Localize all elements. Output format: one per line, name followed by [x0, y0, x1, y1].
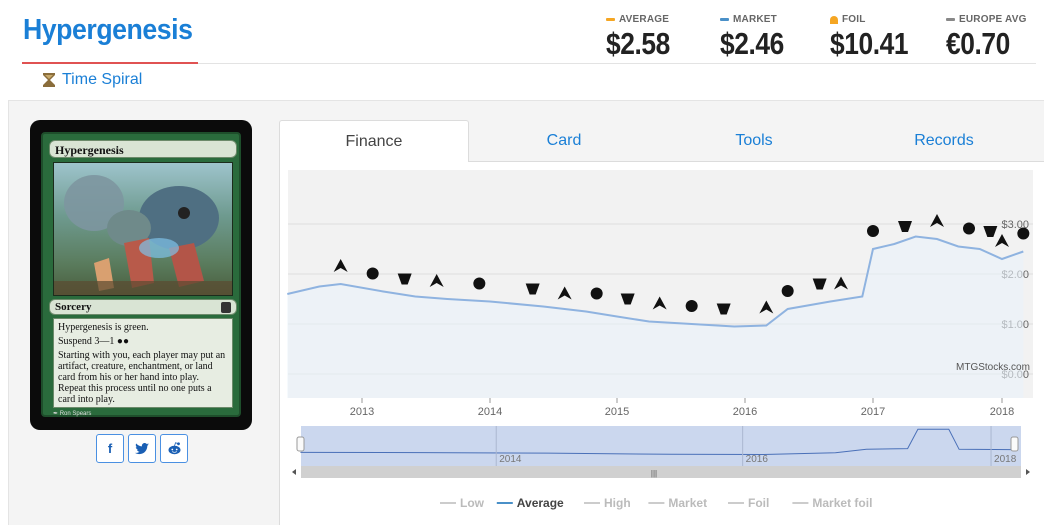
- legend-label: Low: [460, 496, 485, 510]
- price-value: $10.41: [830, 26, 909, 61]
- navigator-selection: [301, 426, 1021, 466]
- set-release-marker[interactable]: [963, 222, 975, 235]
- twitter-share-button[interactable]: [128, 434, 156, 463]
- legend-label: High: [604, 496, 631, 510]
- navigator-tick-label: 2018: [994, 454, 1017, 465]
- foil-swoosh-icon: [830, 15, 838, 24]
- set-release-marker[interactable]: [1017, 227, 1030, 240]
- twitter-icon: [135, 442, 149, 454]
- facebook-share-button[interactable]: f: [96, 434, 124, 463]
- legend-item[interactable]: Market foil: [792, 496, 872, 510]
- legend-item[interactable]: Low: [440, 496, 485, 510]
- price-value: $2.58: [606, 26, 670, 61]
- set-release-marker[interactable]: [867, 225, 879, 237]
- x-tick-label: 2018: [990, 406, 1014, 418]
- chart-watermark: MTGStocks.com: [956, 362, 1030, 373]
- artist-name: Ron Spears: [59, 411, 92, 417]
- card-rules-box: Hypergenesis is green. Suspend 3—1 ●● St…: [53, 318, 233, 408]
- tab-records[interactable]: Records: [849, 120, 1039, 162]
- card-image: Hypergenesis Sorcery Hypergenesis is gre…: [30, 120, 252, 430]
- legend-item[interactable]: Foil: [728, 496, 769, 510]
- card-rules-line: Hypergenesis is green.: [58, 322, 149, 333]
- set-release-marker[interactable]: [685, 300, 698, 312]
- legend-label: Foil: [748, 496, 769, 510]
- chart-legend: Low Average High Market Foil Market foil: [440, 496, 872, 510]
- price-foil: FOIL $10.41: [830, 14, 922, 62]
- price-value: €0.70: [946, 26, 1010, 61]
- price-history-chart[interactable]: 201320142015201620172018 $3.00$2.00$1.00…: [280, 162, 1044, 525]
- card-rules-line: Suspend 3—1 ●●: [58, 336, 228, 347]
- card-artist: ✒ Ron Spears: [53, 411, 92, 417]
- x-tick-label: 2015: [605, 406, 629, 418]
- set-link[interactable]: Time Spiral: [42, 71, 142, 89]
- green-mana-icon: ●●: [116, 336, 129, 347]
- average-dash-icon: [606, 18, 615, 21]
- set-name: Time Spiral: [62, 71, 143, 88]
- price-label: FOIL: [842, 14, 866, 25]
- price-average: AVERAGE $2.58: [606, 14, 681, 62]
- card-art: [53, 162, 233, 296]
- price-label: MARKET: [733, 14, 777, 25]
- card-title: Hypergenesis: [23, 14, 193, 46]
- set-release-marker[interactable]: [590, 287, 603, 300]
- price-market: MARKET $2.46: [720, 14, 795, 62]
- scroll-left-arrow-icon[interactable]: [292, 469, 296, 475]
- navigator-scrollbar-thumb[interactable]: [301, 466, 1021, 478]
- reddit-icon: [168, 442, 180, 455]
- price-summary: AVERAGE $2.58 MARKET $2.46 FOIL $10.41 E…: [604, 14, 1044, 62]
- x-tick-label: 2017: [861, 406, 885, 418]
- legend-item[interactable]: High: [584, 496, 631, 510]
- suspend-text: Suspend 3—1: [58, 336, 115, 347]
- europe-dash-icon: [946, 18, 955, 21]
- price-europe-avg: EUROPE AVG €0.70: [946, 14, 1027, 62]
- legend-item[interactable]: Average: [496, 496, 564, 510]
- card-name-bar: Hypergenesis: [49, 140, 237, 158]
- card-type-text: Sorcery: [55, 301, 92, 313]
- navigator-right-handle[interactable]: [1010, 436, 1019, 452]
- set-release-marker[interactable]: [781, 285, 794, 297]
- legend-label: Market foil: [812, 496, 872, 510]
- facebook-icon: f: [107, 441, 113, 456]
- hourglass-icon: [43, 73, 55, 87]
- reddit-share-button[interactable]: [160, 434, 188, 463]
- x-axis-ticks: 2013 2014 2015 2016 2017 2018: [350, 398, 1014, 418]
- card-rules-line: Starting with you, each player may put a…: [58, 350, 226, 405]
- scrollbar-grip-icon: |||: [651, 469, 657, 478]
- header-divider: [198, 63, 1036, 64]
- set-symbol-icon: [221, 302, 231, 313]
- detail-tabs: Finance Card Tools Records: [279, 120, 1044, 162]
- x-tick-label: 2016: [733, 406, 757, 418]
- tab-tools[interactable]: Tools: [659, 120, 849, 162]
- price-label: EUROPE AVG: [959, 14, 1027, 25]
- title-underline: [22, 62, 198, 64]
- finance-chart-panel: 201320142015201620172018 $3.00$2.00$1.00…: [279, 162, 1044, 525]
- navigator-left-handle[interactable]: [296, 436, 305, 452]
- price-label: AVERAGE: [619, 14, 670, 25]
- legend-label: Market: [668, 496, 707, 510]
- set-release-marker[interactable]: [473, 277, 486, 290]
- tab-finance[interactable]: Finance: [279, 120, 469, 162]
- card-type-bar: Sorcery: [49, 299, 237, 315]
- x-tick-label: 2014: [478, 406, 502, 418]
- navigator-tick-label: 2014: [499, 454, 522, 465]
- card-frame: Hypergenesis Sorcery Hypergenesis is gre…: [41, 132, 241, 417]
- scroll-right-arrow-icon[interactable]: [1026, 469, 1030, 475]
- legend-item[interactable]: Market: [648, 496, 707, 510]
- tab-card[interactable]: Card: [469, 120, 659, 162]
- market-dash-icon: [720, 18, 729, 21]
- set-release-marker[interactable]: [366, 267, 379, 280]
- legend-label: Average: [517, 496, 564, 510]
- x-tick-label: 2013: [350, 406, 374, 418]
- price-value: $2.46: [720, 26, 784, 61]
- navigator-tick-label: 2016: [746, 454, 769, 465]
